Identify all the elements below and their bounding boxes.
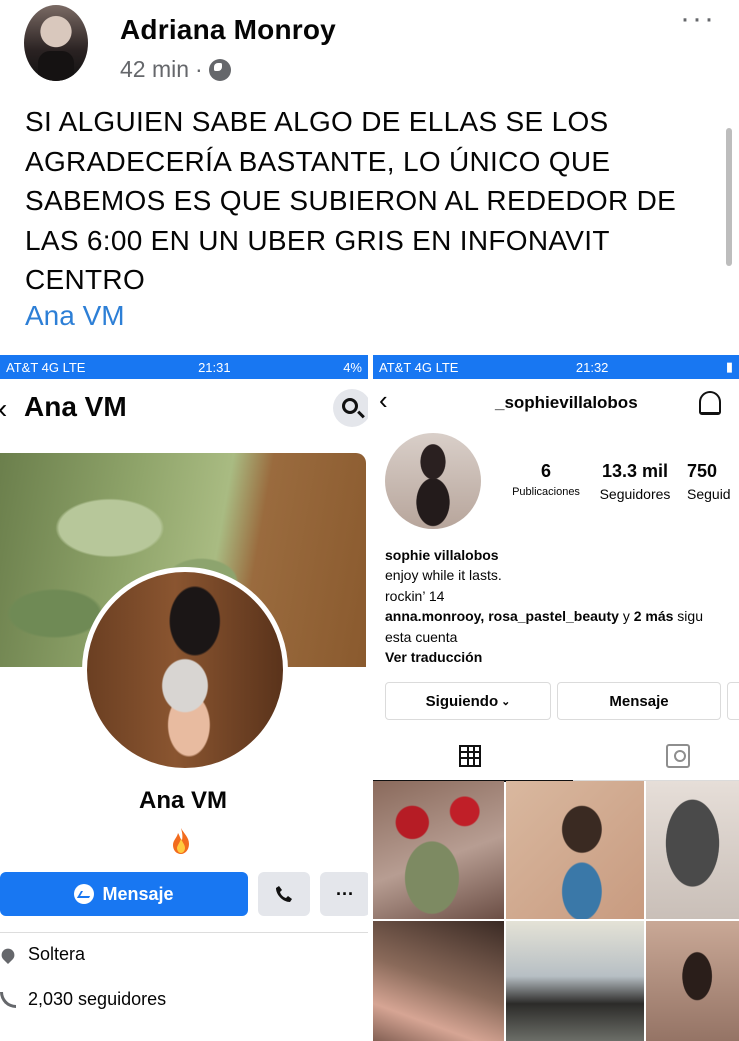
stat-value: 6: [540, 461, 551, 481]
bio-line: rockin’ 14: [385, 587, 445, 604]
post-time[interactable]: 42 min: [120, 56, 189, 83]
author-name[interactable]: Adriana Monroy: [120, 14, 336, 46]
followed-by-more: 2 más: [633, 608, 674, 625]
more-options-button[interactable]: ···: [680, 4, 716, 34]
messenger-icon: [74, 884, 95, 904]
profile-more-button[interactable]: ···: [320, 872, 368, 916]
instagram-profile-screenshot: AT&T 4G LTE 21:32 ▮ ‹ _sophievillalobos …: [373, 355, 739, 1041]
divider: [0, 932, 368, 933]
message-button[interactable]: Mensaje: [0, 872, 248, 916]
search-button[interactable]: [333, 389, 368, 427]
heart-icon: [0, 945, 18, 964]
followed-by-conj: y: [618, 608, 634, 625]
info-relationship: Soltera: [0, 944, 85, 965]
add-person-button[interactable]: [727, 682, 739, 720]
following-button[interactable]: Siguiendo ⌄: [385, 682, 551, 720]
tagged-user-link[interactable]: Ana VM: [25, 300, 125, 332]
phone-icon: [276, 886, 292, 902]
clock-text: 21:31: [198, 359, 231, 375]
facebook-post: Adriana Monroy 42 min · ··· SI ALGUIEN S…: [0, 0, 739, 1041]
clock-text: 21:32: [575, 359, 609, 375]
post-thumbnail[interactable]: [373, 781, 504, 919]
back-arrow-icon[interactable]: ‹: [379, 385, 388, 416]
profile-bio: sophie villalobos enjoy while it lasts. …: [385, 545, 739, 667]
stat-label: Seguidores: [599, 486, 671, 502]
followed-by-line2: esta cuenta: [385, 628, 458, 645]
stat-posts[interactable]: 6 Publicaciones: [491, 461, 601, 498]
see-translation-link[interactable]: Ver traducción: [385, 647, 739, 667]
profile-picture[interactable]: [82, 567, 288, 773]
post-thumbnail[interactable]: [646, 921, 739, 1041]
bio-name: sophie villalobos: [385, 547, 499, 563]
stat-value: 750: [687, 461, 718, 481]
search-icon: [342, 398, 358, 414]
author-avatar[interactable]: [24, 5, 88, 81]
call-button[interactable]: [258, 872, 310, 916]
message-button-label: Mensaje: [102, 883, 174, 904]
scrollbar[interactable]: [726, 128, 732, 266]
back-arrow-icon[interactable]: ‹: [0, 393, 7, 425]
following-button-label: Siguiendo: [425, 692, 499, 710]
followed-by-names: anna.monrooy, rosa_pastel_beauty: [385, 608, 619, 625]
post-text: SI ALGUIEN SABE ALGO DE ELLAS SE LOS AGR…: [25, 106, 677, 295]
profile-tabs: [373, 725, 739, 782]
status-bar: AT&T 4G LTE 21:32 ▮: [373, 355, 739, 379]
battery-icon: ▮: [725, 359, 733, 374]
tagged-photos-icon[interactable]: [666, 744, 690, 768]
status-bar: AT&T 4G LTE 21:31 4%: [0, 355, 368, 379]
carrier-text: AT&T 4G LTE: [379, 359, 459, 375]
chevron-down-icon: ⌄: [501, 695, 511, 708]
stat-label: Publicaciones: [512, 486, 580, 498]
bio-line: enjoy while it lasts.: [385, 567, 502, 584]
meta-separator: ·: [195, 56, 203, 82]
relationship-text: Soltera: [28, 944, 86, 964]
post-thumbnail[interactable]: [373, 921, 504, 1041]
post-thumbnail[interactable]: [506, 921, 644, 1041]
facebook-profile-screenshot: AT&T 4G LTE 21:31 4% ‹ Ana VM Ana VM Men…: [0, 355, 368, 1041]
profile-header: ‹ _sophievillalobos: [373, 379, 739, 425]
username: _sophievillalobos: [495, 393, 638, 412]
carrier-text: AT&T 4G LTE: [6, 359, 86, 375]
stat-following[interactable]: 750 Seguid: [687, 461, 739, 502]
bell-icon[interactable]: [699, 391, 721, 415]
globe-icon: [208, 58, 231, 81]
followers-icon: [0, 991, 16, 1008]
post-thumbnail[interactable]: [506, 781, 644, 919]
fire-emoji-icon: [173, 828, 189, 854]
profile-header: ‹ Ana VM: [0, 379, 368, 437]
followed-by-tail: sigu: [673, 608, 703, 625]
post-meta: 42 min ·: [120, 56, 231, 83]
stat-label: Seguid: [687, 486, 731, 502]
followers-text[interactable]: 2,030 seguidores: [28, 989, 166, 1010]
profile-header-title: Ana VM: [24, 391, 127, 422]
stat-followers[interactable]: 13.3 mil Seguidores: [591, 461, 679, 502]
info-followers: 2,030 seguidores: [0, 989, 166, 1010]
grid-icon[interactable]: [459, 745, 481, 767]
stat-value: 13.3 mil: [601, 461, 669, 481]
post-thumbnail[interactable]: [646, 781, 739, 919]
message-button[interactable]: Mensaje: [557, 682, 721, 720]
battery-text: 4%: [343, 359, 362, 375]
followed-by-line[interactable]: anna.monrooy, rosa_pastel_beauty y 2 más…: [385, 606, 739, 626]
profile-picture[interactable]: [385, 433, 481, 529]
profile-name: Ana VM: [138, 787, 227, 814]
